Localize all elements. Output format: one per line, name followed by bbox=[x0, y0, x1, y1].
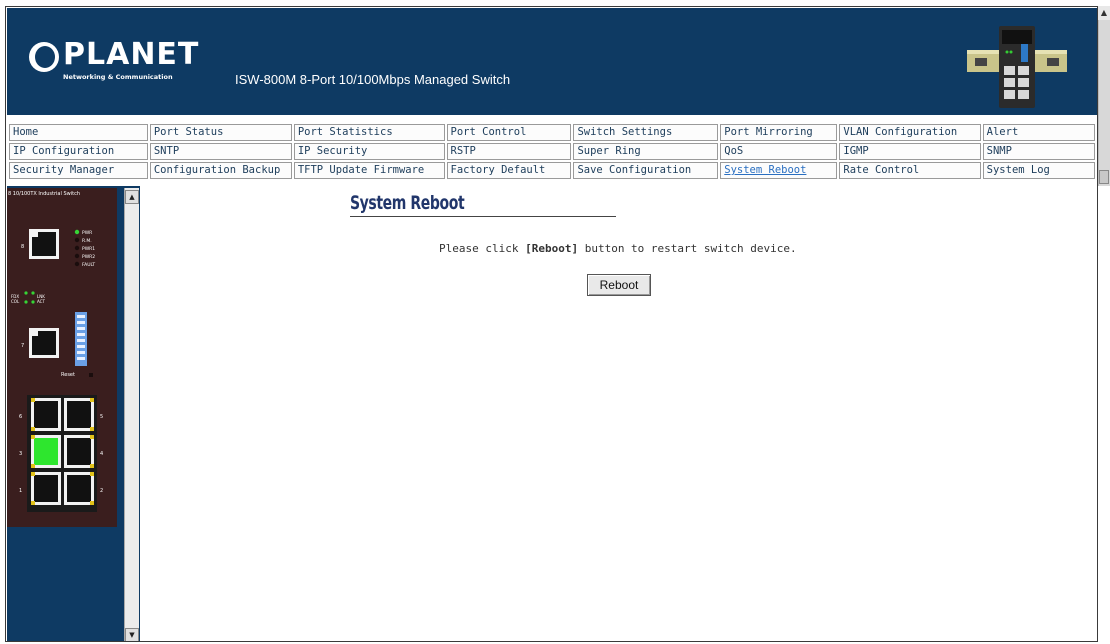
scroll-up-arrow-icon[interactable]: ▲ bbox=[1098, 6, 1110, 20]
browser-page: PLANET Networking & Communication ISW-80… bbox=[0, 0, 1110, 644]
page-scrollbar[interactable] bbox=[1098, 6, 1110, 186]
scroll-thumb[interactable] bbox=[1099, 170, 1109, 184]
window-border bbox=[5, 6, 1098, 642]
